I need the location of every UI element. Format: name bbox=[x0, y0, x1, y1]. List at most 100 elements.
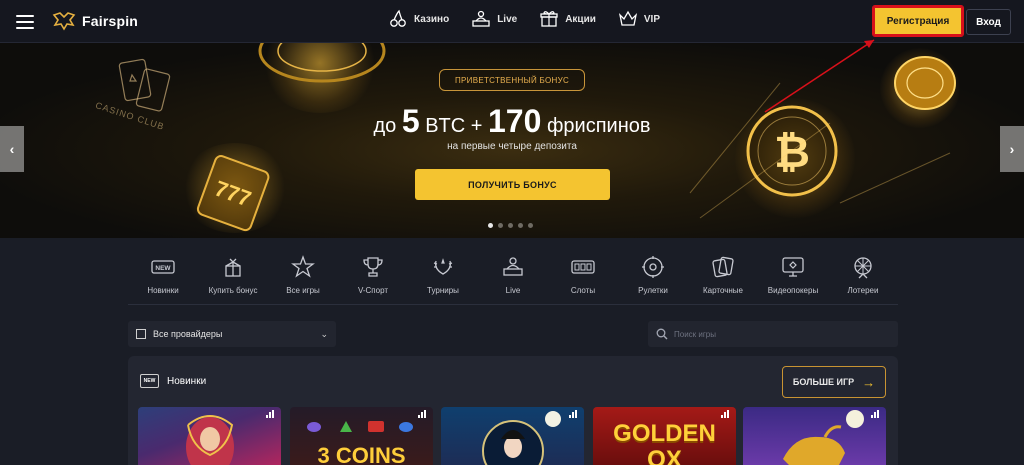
stars-icon bbox=[291, 255, 315, 278]
game-search-input[interactable]: Поиск игры bbox=[648, 321, 898, 347]
slider-next-button[interactable]: › bbox=[1000, 126, 1024, 172]
new-badge-icon: NEW bbox=[151, 260, 175, 274]
category-slots[interactable]: Слоты bbox=[548, 255, 618, 304]
category-all-games[interactable]: Все игры bbox=[268, 255, 338, 304]
video-poker-icon bbox=[782, 257, 804, 277]
game-tiles: 3 COINS GOLDEN OX bbox=[138, 407, 886, 465]
logo-griffin-icon bbox=[52, 12, 76, 31]
slot-machine-icon bbox=[571, 260, 595, 274]
cherries-icon bbox=[390, 9, 406, 27]
bonus-subtitle: на первые четыре депозита bbox=[447, 141, 577, 152]
category-tournaments[interactable]: Турниры bbox=[408, 255, 478, 304]
category-label: Новинки bbox=[147, 286, 179, 295]
stats-icon bbox=[266, 410, 276, 418]
nav-vip-label: VIP bbox=[643, 13, 660, 25]
game-title: GOLDEN OX bbox=[613, 420, 716, 465]
game-categories: NEW Новинки Купить бонус Все игры V-Спор… bbox=[128, 255, 898, 305]
game-filters: Все провайдеры ⌄ Поиск игры bbox=[128, 321, 898, 347]
more-games-button[interactable]: БОЛЬШЕ ИГР → bbox=[782, 366, 886, 398]
live-dealer-icon bbox=[472, 10, 490, 27]
provider-list-icon bbox=[136, 329, 146, 339]
roulette-icon bbox=[642, 256, 664, 278]
category-roulette[interactable]: Рулетки bbox=[618, 255, 688, 304]
headline-mid: BTC + bbox=[419, 115, 488, 137]
crown-icon bbox=[618, 10, 637, 26]
login-button[interactable]: Вход bbox=[966, 9, 1011, 35]
game-tile-golden-ox[interactable]: GOLDEN OX bbox=[593, 407, 736, 465]
slider-dot[interactable] bbox=[498, 223, 503, 228]
nav-live-label: Live bbox=[497, 13, 518, 25]
get-bonus-button[interactable]: ПОЛУЧИТЬ БОНУС bbox=[415, 169, 610, 200]
bonus-box-icon bbox=[225, 258, 241, 277]
nav-live[interactable]: Live bbox=[471, 9, 517, 29]
category-label: Карточные bbox=[702, 286, 743, 295]
golden-bull-art bbox=[783, 410, 864, 465]
provider-select[interactable]: Все провайдеры ⌄ bbox=[128, 321, 336, 347]
menu-icon[interactable] bbox=[16, 15, 34, 29]
nav-vip[interactable]: VIP bbox=[618, 9, 660, 29]
slider-dot[interactable] bbox=[488, 223, 493, 228]
nav-casino[interactable]: Казино bbox=[388, 9, 449, 29]
slider-dots bbox=[488, 223, 533, 228]
category-new[interactable]: NEW Новинки bbox=[128, 255, 198, 304]
category-label: Слоты bbox=[570, 286, 596, 295]
category-label: Live bbox=[505, 286, 521, 295]
search-icon bbox=[656, 328, 668, 340]
slider-prev-button[interactable]: ‹ bbox=[0, 126, 24, 172]
headline-suffix: фриспинов bbox=[541, 115, 651, 137]
new-games-title: Новинки bbox=[167, 375, 207, 387]
more-games-label: БОЛЬШЕ ИГР bbox=[792, 377, 855, 387]
top-bar: Fairspin Казино Live Акции VIP Регистрац… bbox=[0, 0, 1024, 43]
game-tile-geisha[interactable] bbox=[441, 407, 584, 465]
category-label: Турниры bbox=[427, 286, 459, 295]
category-label: Видеопокеры bbox=[767, 286, 819, 295]
nav-promotions-label: Акции bbox=[565, 13, 596, 25]
slider-dot[interactable] bbox=[518, 223, 523, 228]
game-tile-3-coins[interactable]: 3 COINS bbox=[290, 407, 433, 465]
stats-icon bbox=[569, 410, 579, 418]
category-label: Все игры bbox=[286, 286, 320, 295]
lottery-wheel-icon bbox=[854, 257, 872, 279]
roulette-wheel-icon bbox=[258, 43, 386, 83]
headline-spins-amount: 170 bbox=[488, 103, 542, 139]
casino-chip-icon bbox=[894, 56, 956, 110]
nav-promotions[interactable]: Акции bbox=[539, 9, 596, 29]
geisha-art bbox=[482, 411, 561, 465]
nav-casino-label: Казино bbox=[414, 13, 450, 25]
category-lottery[interactable]: Лотереи bbox=[828, 255, 898, 304]
search-placeholder: Поиск игры bbox=[674, 329, 716, 339]
game-tile-bull-night[interactable] bbox=[743, 407, 886, 465]
slider-dot[interactable] bbox=[528, 223, 533, 228]
new-badge-icon: NEW bbox=[140, 374, 159, 388]
wreath-icon bbox=[433, 258, 453, 275]
category-label: Рулетки bbox=[638, 286, 668, 295]
stats-icon bbox=[871, 410, 881, 418]
chevron-left-icon: ‹ bbox=[9, 141, 15, 157]
main-nav: Казино Live Акции VIP bbox=[388, 9, 660, 29]
category-buy-bonus[interactable]: Купить бонус bbox=[198, 255, 268, 304]
category-video-poker[interactable]: Видеопокеры bbox=[758, 255, 828, 304]
provider-select-value: Все провайдеры bbox=[153, 329, 223, 339]
bonus-headline: до 5 BTC + 170 фриспинов bbox=[344, 103, 680, 140]
cards-icon bbox=[712, 256, 734, 278]
svg-text:₿: ₿ bbox=[774, 128, 810, 177]
playing-cards-icon bbox=[118, 58, 171, 112]
game-tile-fortune-teller[interactable] bbox=[138, 407, 281, 465]
logo[interactable]: Fairspin bbox=[52, 11, 138, 31]
svg-text:NEW: NEW bbox=[155, 265, 171, 272]
slider-dot[interactable] bbox=[508, 223, 513, 228]
chevron-right-icon: › bbox=[1009, 141, 1015, 157]
welcome-bonus-tag: ПРИВЕТСТВЕННЫЙ БОНУС bbox=[439, 69, 585, 91]
category-label: Лотереи bbox=[847, 286, 879, 295]
gift-icon bbox=[540, 11, 558, 27]
new-games-header: NEW Новинки bbox=[140, 374, 206, 388]
category-v-sport[interactable]: V-Спорт bbox=[338, 255, 408, 304]
stats-icon bbox=[721, 410, 731, 418]
brand-name: Fairspin bbox=[82, 13, 139, 29]
category-live[interactable]: Live bbox=[478, 255, 548, 304]
register-button[interactable]: Регистрация bbox=[872, 5, 964, 37]
stats-icon bbox=[418, 410, 428, 418]
category-card-games[interactable]: Карточные bbox=[688, 255, 758, 304]
live-dealer-icon bbox=[503, 257, 523, 276]
chevron-down-icon: ⌄ bbox=[320, 329, 328, 339]
